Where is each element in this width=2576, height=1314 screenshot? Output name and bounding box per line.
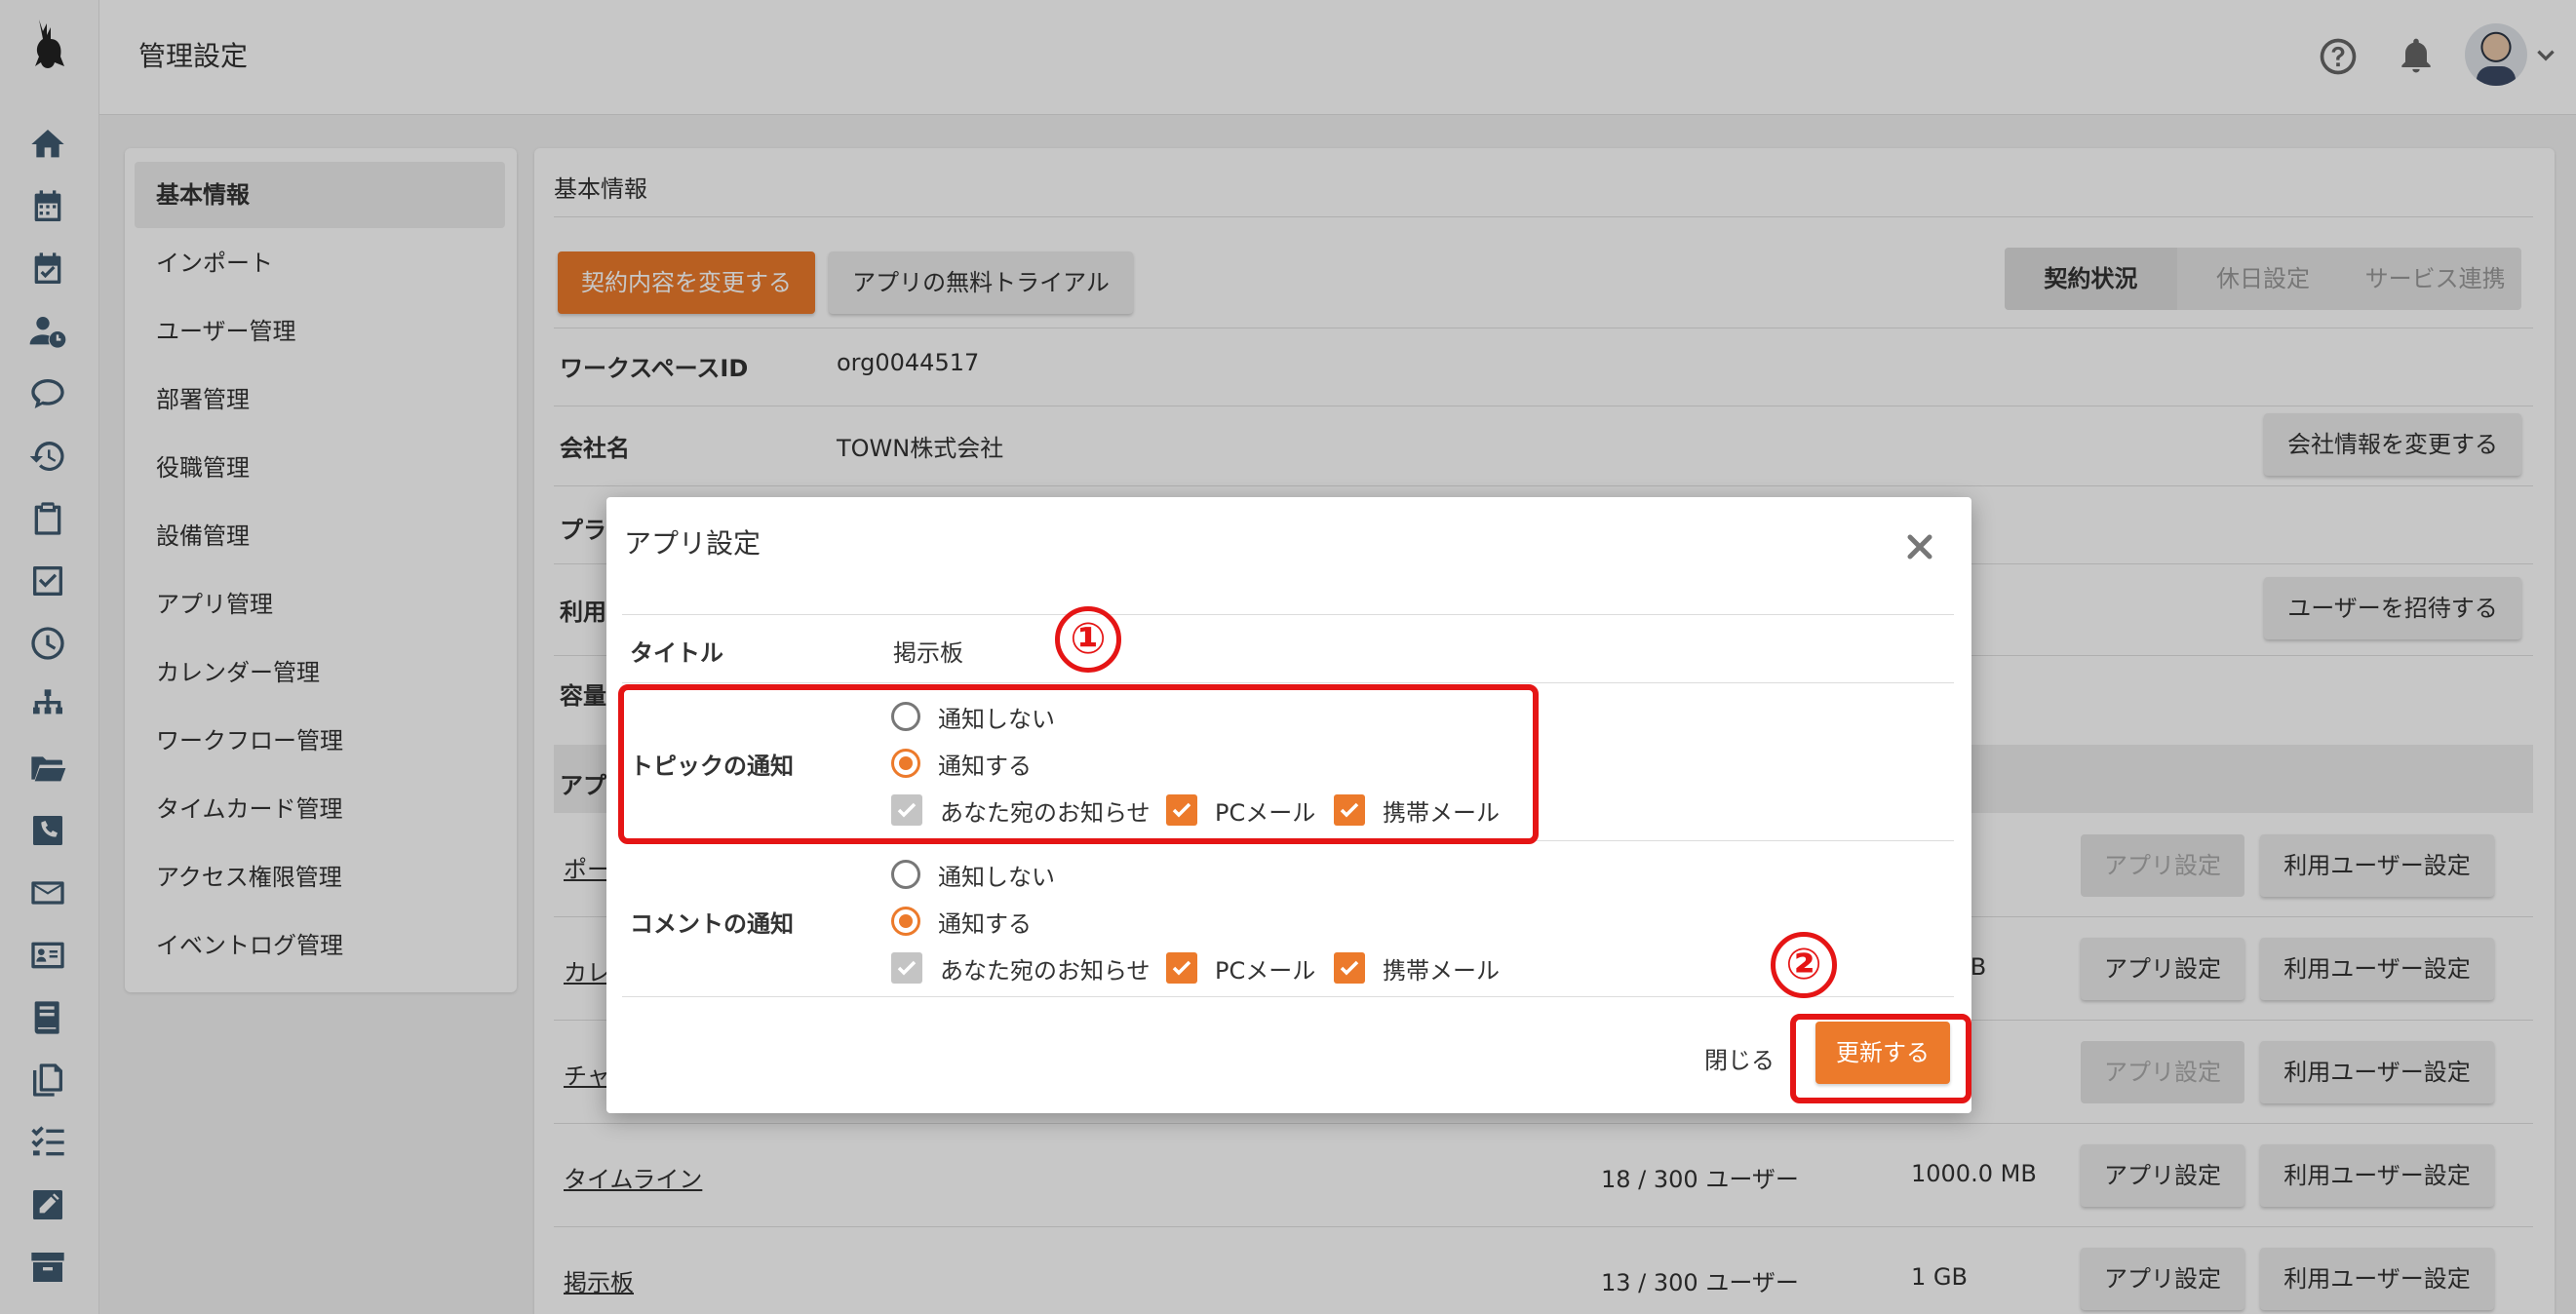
divider <box>622 614 1954 615</box>
close-icon[interactable] <box>1905 532 1934 561</box>
step-2-badge: ② <box>1771 932 1837 998</box>
comment-you-checkbox: あなた宛のお知らせ <box>891 951 1151 985</box>
checkmark-icon[interactable] <box>1166 952 1197 984</box>
highlight-box-update <box>1790 1014 1971 1103</box>
radio-circle-selected[interactable] <box>891 907 920 936</box>
close-link[interactable]: 閉じる <box>1704 1041 1775 1075</box>
checkbox-label: PCメール <box>1215 956 1316 985</box>
comment-notify-label: コメントの通知 <box>630 910 794 938</box>
checkmark-icon[interactable] <box>1334 952 1365 984</box>
highlight-box-topic <box>618 684 1539 844</box>
checkbox-label: 携帯メール <box>1383 956 1500 985</box>
comment-notify-radio[interactable]: 通知する <box>891 905 1032 938</box>
checkmark-icon <box>891 952 922 984</box>
comment-mobile-mail-checkbox[interactable]: 携帯メール <box>1334 951 1500 985</box>
title-label: タイトル <box>630 639 723 667</box>
divider <box>622 682 1954 683</box>
step-1-badge: ① <box>1055 606 1121 673</box>
radio-circle[interactable] <box>891 860 920 889</box>
divider <box>622 996 1954 997</box>
comment-pc-mail-checkbox[interactable]: PCメール <box>1166 951 1315 985</box>
title-value: 掲示板 <box>893 639 963 667</box>
dialog-title: アプリ設定 <box>624 527 761 560</box>
checkbox-label: あなた宛のお知らせ <box>940 956 1151 985</box>
radio-label: 通知しない <box>938 863 1055 891</box>
comment-no-notify-radio[interactable]: 通知しない <box>891 858 1055 891</box>
radio-label: 通知する <box>938 909 1032 938</box>
